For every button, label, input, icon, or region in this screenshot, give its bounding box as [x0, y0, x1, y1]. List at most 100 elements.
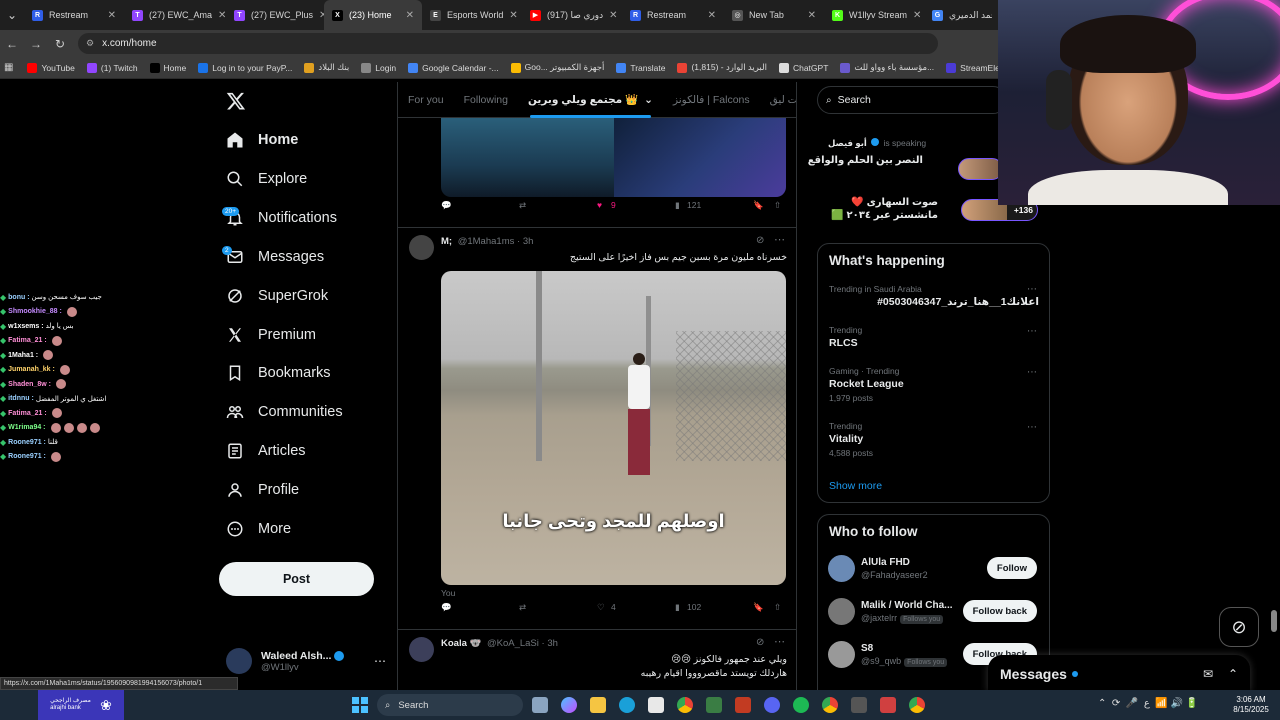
close-icon[interactable]: ✕	[212, 10, 226, 21]
spotify-icon[interactable]	[793, 697, 809, 713]
new-message-icon[interactable]: ✉	[1203, 667, 1213, 681]
taskbar-search[interactable]: ⌕ Search	[377, 694, 523, 716]
nav-item-notifications[interactable]: 20+ Notifications	[222, 203, 337, 233]
app-icon[interactable]	[851, 697, 867, 713]
nav-item-explore[interactable]: Explore	[226, 164, 307, 194]
app-icon[interactable]	[735, 697, 751, 713]
close-icon[interactable]: ✕	[802, 10, 816, 21]
grok-icon[interactable]: ⊘	[756, 235, 764, 246]
feed-tab[interactable]: مجتمع ويلي وبرين 👑 ⌄	[518, 82, 663, 118]
nav-item-bookmarks[interactable]: Bookmarks	[226, 358, 331, 388]
tab-search-icon[interactable]: ⌄	[0, 8, 24, 22]
more-dots-icon[interactable]: ⋯	[1027, 326, 1037, 337]
browser-tab[interactable]: ▶ (917) دوري صا ✕	[522, 0, 622, 30]
discord-icon[interactable]	[764, 697, 780, 713]
system-tray[interactable]: ⌃ ⟳ 🎤 ع 📶 🔊 🔋	[1098, 698, 1198, 709]
bookmark-item[interactable]: ChatGPT	[778, 62, 828, 73]
messages-drawer[interactable]: Messages ✉ ⌃	[988, 655, 1250, 692]
chrome-icon[interactable]	[677, 697, 693, 713]
copilot-icon[interactable]	[561, 697, 577, 713]
nav-item-articles[interactable]: Articles	[226, 436, 306, 466]
account-switcher[interactable]: Waleed Alsh... @W1llyv ⋯	[226, 645, 386, 677]
bank-widget[interactable]: مصرف الراجحي alrajhi bank ❀	[38, 690, 124, 720]
bookmark-item[interactable]: Home	[149, 62, 186, 73]
views-icon[interactable]: ▮	[675, 602, 680, 613]
browser-tab[interactable]: K W1llyv Stream ✕	[824, 0, 924, 30]
bookmark-item[interactable]: Login	[361, 62, 396, 73]
nav-item-messages[interactable]: 2 Messages	[222, 242, 324, 272]
chrome-icon[interactable]	[909, 697, 925, 713]
chevron-up-icon[interactable]: ⌃	[1228, 667, 1238, 681]
bookmark-icon[interactable]: 🔖	[753, 200, 764, 211]
reload-icon[interactable]: ↻	[48, 37, 72, 51]
trend-item[interactable]: Trending RLCS	[829, 325, 862, 349]
follow-button[interactable]: Follow back	[962, 600, 1037, 622]
share-icon[interactable]: ⇧	[774, 200, 781, 211]
forward-icon[interactable]: →	[24, 37, 48, 51]
more-dots-icon[interactable]: ⋯	[1027, 422, 1037, 433]
close-icon[interactable]: ✕	[702, 10, 716, 21]
browser-tab[interactable]: R Restream ✕	[622, 0, 724, 30]
browser-tab[interactable]: X (23) Home ✕	[324, 0, 422, 30]
close-icon[interactable]: ✕	[503, 10, 517, 21]
bookmark-item[interactable]: البريد الوارد - (1,815)	[677, 62, 767, 73]
grok-float-button[interactable]: ⊘	[1219, 607, 1259, 647]
more-dots-icon[interactable]: ⋯	[774, 635, 785, 648]
feed-tab[interactable]: روكيت ليق	[760, 82, 796, 118]
start-button-icon[interactable]	[352, 697, 368, 713]
close-icon[interactable]: ✕	[313, 10, 324, 21]
chevron-down-icon[interactable]: ⌄	[644, 94, 653, 106]
back-icon[interactable]: ←	[0, 37, 24, 51]
edge-icon[interactable]	[619, 697, 635, 713]
views-icon[interactable]: ▮	[675, 200, 680, 211]
bookmark-item[interactable]: Google Calendar -...	[408, 62, 499, 73]
reply-icon[interactable]: 💬	[441, 200, 452, 211]
task-view-icon[interactable]	[532, 697, 548, 713]
store-icon[interactable]	[648, 697, 664, 713]
trend-item[interactable]: Trending in Saudi Arabia #اعلانك1__هنا_ت…	[829, 284, 1039, 308]
more-dots-icon[interactable]: ⋯	[1027, 284, 1037, 295]
bookmark-item[interactable]: (1) Twitch	[86, 62, 138, 73]
close-icon[interactable]: ✕	[400, 10, 414, 21]
trend-item[interactable]: Trending Vitality 4,588 posts	[829, 421, 873, 458]
clock[interactable]: 3:06 AM 8/15/2025	[1226, 695, 1276, 715]
more-dots-icon[interactable]: ⋯	[1027, 367, 1037, 378]
bookmark-item[interactable]: مؤسسة باء وواو للت...	[840, 62, 934, 73]
bookmark-item[interactable]: Log in to your PayP...	[198, 62, 292, 73]
browser-tab[interactable]: T (27) EWC_Plus ✕	[226, 0, 324, 30]
show-more-link[interactable]: Show more	[829, 480, 882, 492]
post-video[interactable]: اوصلهم للمجد وتحى جانبا	[441, 271, 786, 585]
browser-tab[interactable]: R Restream ✕	[24, 0, 124, 30]
browser-tab[interactable]: ◎ New Tab ✕	[724, 0, 824, 30]
like-icon[interactable]: ♡	[597, 602, 605, 613]
nav-item-more[interactable]: More	[226, 514, 291, 544]
feed-tab[interactable]: For you	[398, 82, 454, 118]
bookmark-item[interactable]: YouTube	[27, 62, 75, 73]
grok-icon[interactable]: ⊘	[756, 637, 764, 648]
chrome-icon[interactable]	[822, 697, 838, 713]
scrollbar[interactable]	[1271, 610, 1277, 632]
reply-icon[interactable]: 💬	[441, 602, 452, 613]
repost-icon[interactable]: ⇄	[519, 602, 526, 613]
more-dots-icon[interactable]: ⋯	[774, 233, 785, 246]
x-logo-icon[interactable]	[226, 91, 246, 111]
repost-icon[interactable]: ⇄	[519, 200, 526, 211]
like-icon[interactable]: ♥	[597, 200, 602, 210]
app-icon[interactable]	[880, 697, 896, 713]
nav-item-profile[interactable]: Profile	[226, 475, 299, 505]
url-bar[interactable]: ⚙ x.com/home	[78, 33, 938, 54]
app-icon[interactable]	[706, 697, 722, 713]
post-button[interactable]: Post	[219, 562, 374, 596]
nav-item-premium[interactable]: Premium	[226, 320, 316, 350]
trend-item[interactable]: Gaming · Trending Rocket League 1,979 po…	[829, 366, 904, 403]
post-main[interactable]: M; @1Maha1ms · 3h ⊘ ⋯ خسرناه مليون مرة ب…	[398, 228, 796, 628]
browser-tab[interactable]: E Esports World ✕	[422, 0, 522, 30]
post-next[interactable]: Koala 🐨 @KoA_LaSi · 3h ⊘ ⋯ ويلي عند جمهو…	[398, 630, 796, 692]
share-icon[interactable]: ⇧	[774, 602, 781, 613]
close-icon[interactable]: ✕	[603, 10, 617, 21]
apps-grid-icon[interactable]: ▦	[4, 62, 13, 73]
more-dots-icon[interactable]: ⋯	[374, 654, 386, 668]
nav-item-supergrok[interactable]: SuperGrok	[226, 281, 328, 311]
file-explorer-icon[interactable]	[590, 697, 606, 713]
nav-item-communities[interactable]: Communities	[226, 397, 343, 427]
